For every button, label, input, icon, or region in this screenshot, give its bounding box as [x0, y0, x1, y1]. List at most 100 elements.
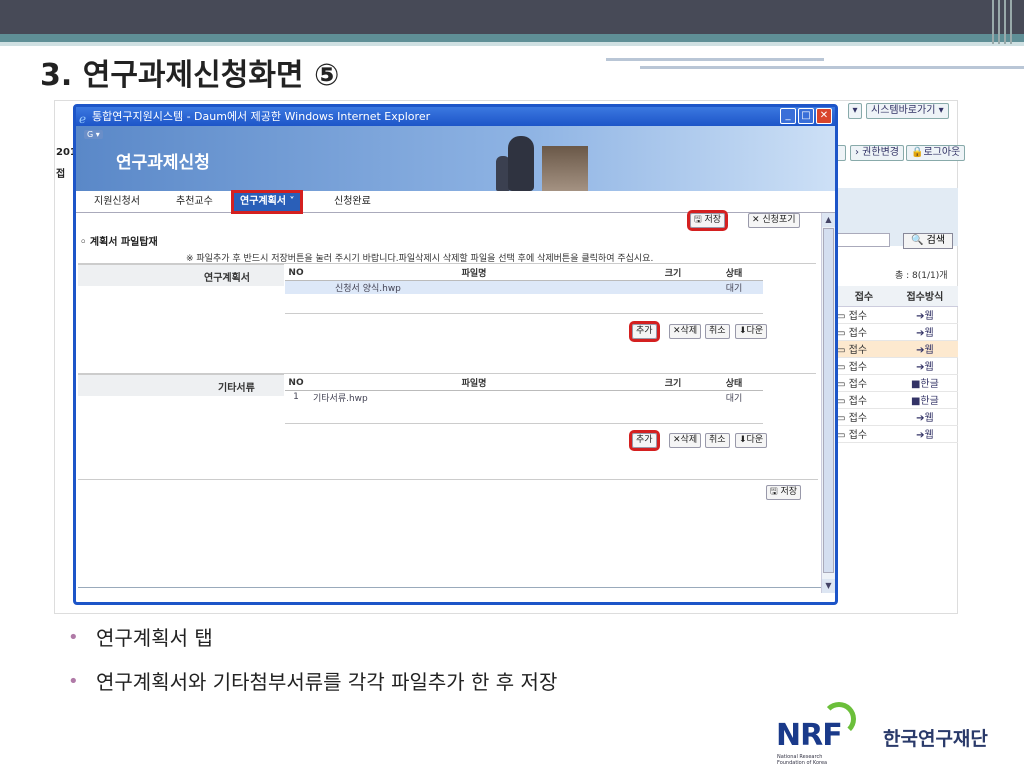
- logo-letters: NRF: [776, 718, 843, 753]
- slide-top-light-band: [0, 42, 1024, 46]
- column-header: 접수방식: [891, 286, 958, 307]
- plan-label-cell: [78, 264, 284, 286]
- file-row[interactable]: 1 기타서류.hwp 대기: [285, 390, 763, 404]
- status-cell: ▭ 접수: [836, 340, 892, 358]
- status-cell: ▭ 접수: [836, 357, 892, 375]
- file-name[interactable]: 신청서 양식.hwp: [307, 280, 641, 294]
- add-file-button[interactable]: 추가: [629, 430, 660, 451]
- scroll-up-icon[interactable]: ▲: [822, 213, 835, 227]
- logo-subtitle: National Research Foundation of Korea: [777, 754, 828, 766]
- banner-building-image: [542, 146, 588, 191]
- download-file-button[interactable]: ⬇다운: [735, 324, 768, 339]
- banner-person-image: [508, 136, 534, 191]
- status-cell: ▭ 접수: [836, 408, 892, 426]
- divider: [285, 313, 763, 314]
- column-header: NO: [285, 266, 307, 281]
- file-row-empty: [285, 294, 763, 308]
- maximize-icon[interactable]: □: [798, 108, 814, 124]
- chevron-down-icon[interactable]: ▾: [848, 103, 862, 119]
- table-row[interactable]: ▭ 접수 ➔웹: [836, 340, 958, 358]
- table-row[interactable]: ▭ 접수 ➔웹: [836, 306, 958, 324]
- tab-recommender[interactable]: 추천교수: [176, 193, 213, 211]
- status-cell: ▭ 접수: [836, 391, 892, 409]
- method-cell[interactable]: ➔웹: [891, 357, 958, 375]
- divider: [78, 587, 823, 588]
- vertical-scrollbar[interactable]: ▲ ▼: [821, 213, 835, 593]
- table-row[interactable]: ▭ 접수 ➔웹: [836, 357, 958, 375]
- status-cell: ▭ 접수: [836, 425, 892, 443]
- table-row[interactable]: ▭ 접수 ➔웹: [836, 408, 958, 426]
- table-row[interactable]: ▭ 접수 ➔웹: [836, 425, 958, 443]
- logout-button[interactable]: 🔒로그아웃: [906, 145, 966, 161]
- application-table: 접수 접수방식 ▭ 접수 ➔웹 ▭ 접수 ➔웹 ▭ 접수 ➔웹 ▭ 접수 ➔웹 ▭ 접수…: [836, 286, 958, 443]
- popup-window: ℯ 통합연구지원시스템 - Daum에서 제공한 Windows Interne…: [73, 104, 838, 605]
- status-cell: ▭ 접수: [836, 374, 892, 392]
- bullet-dot-icon: •: [68, 671, 79, 692]
- file-status: 대기: [705, 280, 763, 294]
- method-cell[interactable]: ➔웹: [891, 306, 958, 324]
- other-file-table: NO 파일명 크기 상태 1 기타서류.hwp 대기: [285, 376, 763, 418]
- delete-file-button[interactable]: ✕삭제: [669, 324, 702, 339]
- minimize-icon[interactable]: _: [780, 108, 796, 124]
- file-size: [641, 280, 705, 294]
- window-titlebar[interactable]: ℯ 통합연구지원시스템 - Daum에서 제공한 Windows Interne…: [76, 107, 835, 126]
- divider: [78, 479, 818, 480]
- bottom-save-button[interactable]: 🖫 저장: [766, 485, 802, 500]
- method-cell[interactable]: ■한글: [891, 374, 958, 392]
- file-name[interactable]: 기타서류.hwp: [307, 390, 641, 404]
- column-header: 파일명: [307, 266, 641, 281]
- system-shortcut-button[interactable]: 시스템바로가기 ▾: [866, 103, 949, 119]
- column-header: 접수: [836, 286, 892, 307]
- other-label: 기타서류: [218, 383, 255, 394]
- scroll-thumb[interactable]: [823, 228, 834, 573]
- nrf-logo: NRF National Research Foundation of Kore…: [776, 700, 1024, 768]
- file-no: 1: [293, 392, 299, 403]
- column-header: 크기: [641, 266, 705, 281]
- bullet-dot-icon: •: [68, 627, 79, 648]
- cancel-application-button[interactable]: ✕ 신청포기: [748, 213, 800, 228]
- status-cell: ▭ 접수: [836, 323, 892, 341]
- add-file-button[interactable]: 추가: [629, 321, 660, 342]
- table-row[interactable]: ▭ 접수 ■한글: [836, 391, 958, 409]
- tab-application-complete[interactable]: 신청완료: [334, 193, 371, 211]
- status-cell: ▭ 접수: [836, 306, 892, 324]
- cancel-file-button[interactable]: 취소: [705, 433, 730, 448]
- result-count: 총 : 8(1/1)개: [895, 271, 948, 281]
- method-cell[interactable]: ➔웹: [891, 323, 958, 341]
- search-input[interactable]: [836, 233, 890, 247]
- method-cell[interactable]: ➔웹: [891, 408, 958, 426]
- year-label-2: 접: [56, 169, 66, 180]
- change-permission-button[interactable]: › 권한변경: [850, 145, 904, 161]
- plan-file-table: NO 파일명 크기 상태 신청서 양식.hwp 대기: [285, 266, 763, 308]
- tab-research-plan[interactable]: 연구계획서 ˅: [230, 190, 304, 214]
- method-cell[interactable]: ➔웹: [891, 425, 958, 443]
- save-button[interactable]: 🖫 저장: [686, 210, 729, 231]
- banner: G ▾ 연구과제신청: [76, 126, 835, 191]
- close-icon[interactable]: ✕: [816, 108, 832, 124]
- column-header: 크기: [641, 376, 705, 391]
- method-cell[interactable]: ■한글: [891, 391, 958, 409]
- cancel-file-button[interactable]: 취소: [705, 324, 730, 339]
- bullet-item: • 연구계획서와 기타첨부서류를 각각 파일추가 한 후 저장: [68, 670, 558, 694]
- download-file-button[interactable]: ⬇다운: [735, 433, 768, 448]
- table-row[interactable]: ▭ 접수 ➔웹: [836, 323, 958, 341]
- column-header: 파일명: [307, 376, 641, 391]
- slide-top-bar: [0, 0, 1024, 34]
- file-row-empty: [285, 404, 763, 418]
- file-status: 대기: [725, 393, 743, 404]
- column-header: 상태: [705, 376, 763, 391]
- file-row[interactable]: 신청서 양식.hwp 대기: [285, 280, 763, 294]
- tab-application-form[interactable]: 지원신청서: [94, 193, 140, 211]
- slide-top-band: [0, 34, 1024, 42]
- tab-bar: 지원신청서 추천교수 연구계획서 ˅ 신청완료: [76, 190, 835, 214]
- search-button[interactable]: 🔍 검색: [903, 233, 953, 249]
- delete-file-button[interactable]: ✕삭제: [669, 433, 702, 448]
- table-row[interactable]: ▭ 접수 ■한글: [836, 374, 958, 392]
- scroll-down-icon[interactable]: ▼: [822, 579, 835, 593]
- deco-vertical-lines: [992, 0, 1018, 44]
- plan-label: 연구계획서: [204, 273, 250, 284]
- divider: [285, 423, 763, 424]
- method-cell[interactable]: ➔웹: [891, 340, 958, 358]
- bullet-item: • 연구계획서 탭: [68, 626, 213, 650]
- file-size: [641, 390, 705, 404]
